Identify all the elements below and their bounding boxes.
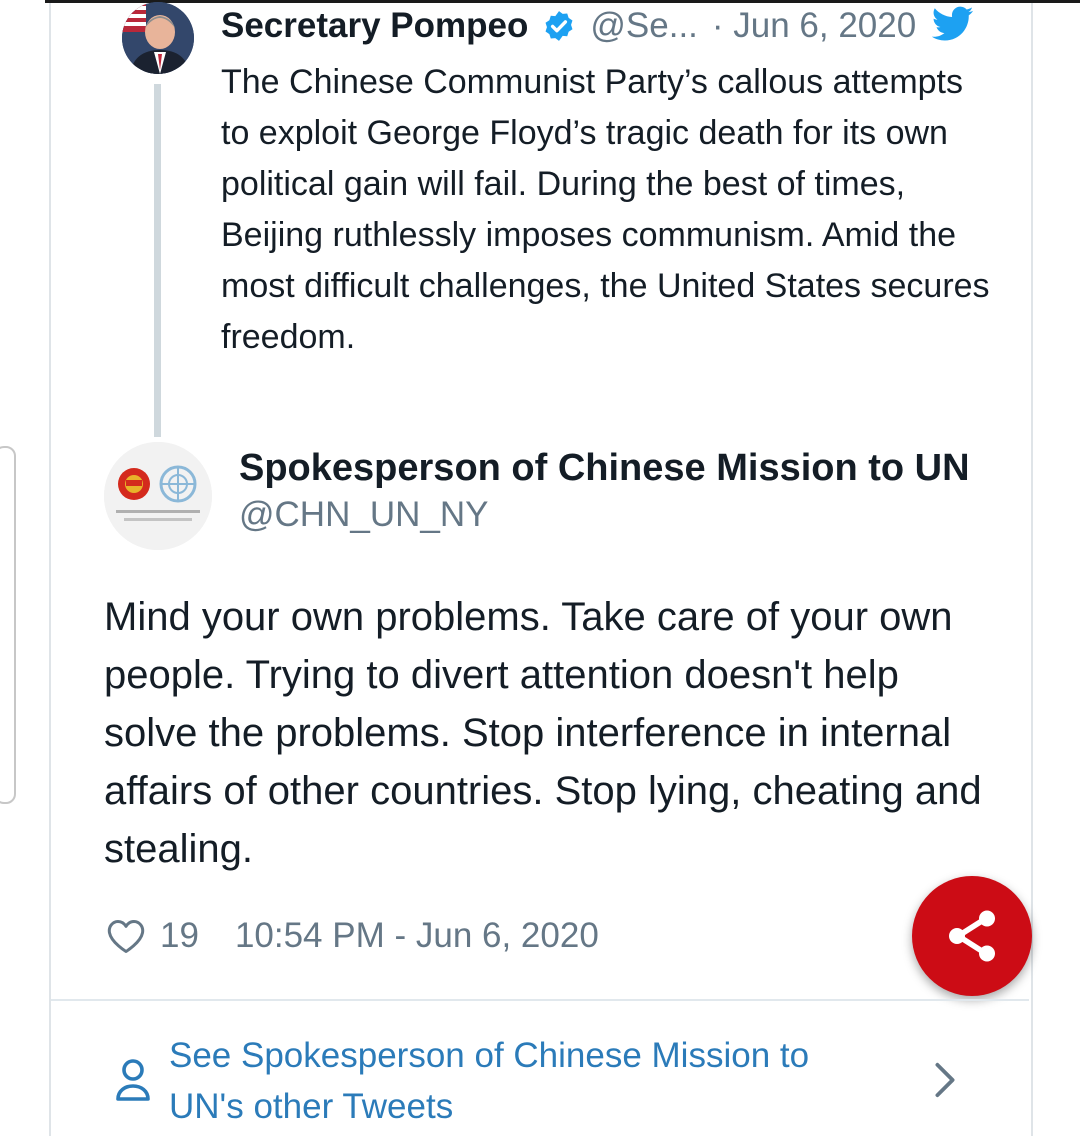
heart-icon[interactable] (106, 917, 146, 955)
see-other-tweets-label: See Spokesperson of Chinese Mission to U… (169, 1036, 810, 1126)
twitter-bird-icon[interactable] (932, 6, 974, 42)
avatar-image (122, 2, 194, 74)
chevron-right-icon (935, 1062, 955, 1098)
tweet-timestamp[interactable]: 10:54 PM - Jun 6, 2020 (235, 916, 599, 956)
quoted-author-handle[interactable]: @Se... (590, 6, 698, 46)
main-author-name[interactable]: Spokesperson of Chinese Mission to UN (239, 445, 977, 491)
share-icon (949, 910, 995, 962)
pompeo-avatar[interactable] (122, 2, 194, 74)
main-author-handle[interactable]: @CHN_UN_NY (239, 493, 488, 537)
quoted-tweet-date[interactable]: · Jun 6, 2020 (712, 6, 916, 46)
tweet-meta: 19 10:54 PM - Jun 6, 2020 (106, 913, 599, 959)
person-icon (116, 1059, 150, 1101)
edge-scroll-handle[interactable] (0, 446, 16, 804)
quoted-tweet-header: Secretary Pompeo @Se... · Jun 6, 2020 (221, 5, 916, 47)
share-button[interactable] (912, 876, 1032, 996)
like-count[interactable]: 19 (160, 916, 199, 956)
thread-connector-line (154, 84, 161, 437)
main-tweet-text: Mind your own problems. Take care of you… (104, 595, 982, 871)
chn-mission-avatar[interactable] (104, 442, 212, 550)
verified-badge-icon (545, 11, 573, 41)
avatar-image (104, 442, 212, 550)
quoted-author-name[interactable]: Secretary Pompeo (221, 6, 528, 46)
see-other-tweets-link[interactable]: See Spokesperson of Chinese Mission to U… (51, 1001, 1029, 1136)
quoted-tweet-text: The Chinese Communist Party’s callous at… (221, 63, 990, 356)
